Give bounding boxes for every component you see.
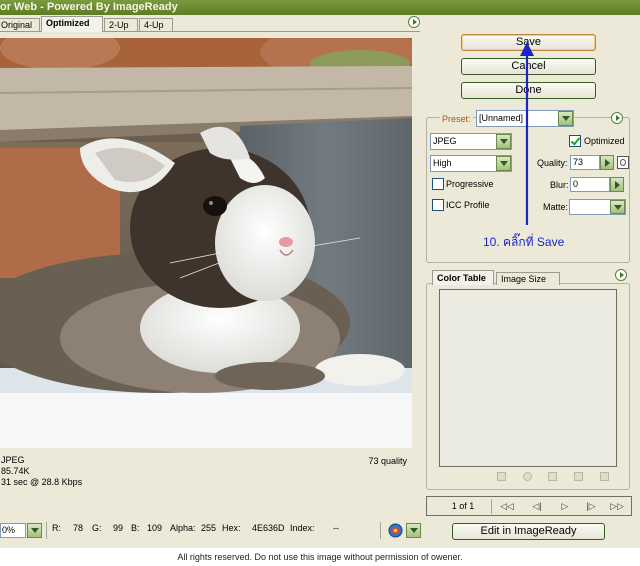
matte-select[interactable] — [569, 199, 626, 215]
zoom-dropdown-icon[interactable] — [27, 523, 42, 538]
last-frame-button[interactable]: ▷▷ — [607, 499, 627, 514]
annotation-text: 10. คลิ๊กที่ Save — [483, 235, 565, 249]
download-time: 31 sec @ 28.8 Kbps — [1, 477, 83, 487]
view-menu-arrow-icon[interactable] — [408, 16, 420, 28]
status-bar: 0% R: 78 G: 99 B: 109 Alpha: 255 Hex: 4E… — [0, 519, 425, 543]
trash-icon[interactable] — [600, 472, 609, 481]
web-shift-icon[interactable] — [523, 472, 532, 481]
separator — [491, 499, 492, 514]
alpha-label: Alpha: — [170, 523, 196, 533]
tab-label: 4-Up — [144, 20, 164, 30]
save-for-web-dialog: or Web - Powered By ImageReady Original … — [0, 0, 640, 548]
chevron-down-icon — [496, 134, 511, 149]
preset-label: Preset: — [440, 113, 473, 125]
copyright-footer: All rights reserved. Do not use this ima… — [177, 552, 463, 562]
hex-value: 4E636D — [252, 523, 285, 533]
tab-label: Original — [1, 20, 33, 30]
image-quality: 73 quality — [368, 456, 407, 466]
tab-4-up[interactable]: 4-Up — [139, 18, 173, 32]
view-tabs: Original Optimized 2-Up 4-Up — [0, 16, 420, 32]
tab-color-table[interactable]: Color Table — [432, 270, 494, 285]
image-format: JPEG — [1, 455, 25, 465]
tab-original[interactable]: Original — [0, 18, 40, 32]
chevron-down-icon — [610, 200, 625, 214]
format-select[interactable]: JPEG — [430, 133, 512, 150]
frame-counter: 1 of 1 — [451, 501, 475, 511]
optimized-label: Optimized — [584, 136, 625, 146]
blur-value: 0 — [573, 179, 579, 189]
settings-menu-arrow-icon[interactable] — [611, 112, 623, 124]
index-value: -- — [333, 523, 339, 533]
index-label: Index: — [290, 523, 315, 533]
tab-label: Optimized — [46, 18, 90, 28]
tab-2-up[interactable]: 2-Up — [104, 18, 138, 32]
blur-input[interactable]: 0 — [570, 177, 610, 192]
quality-slider-arrow-icon[interactable] — [600, 155, 614, 170]
g-label: G: — [92, 523, 102, 533]
next-frame-button[interactable]: |▷ — [581, 499, 601, 514]
icc-profile-checkbox[interactable] — [432, 199, 444, 211]
eyedropper-color-icon[interactable] — [497, 472, 506, 481]
separator — [46, 522, 47, 539]
separator — [380, 522, 381, 539]
b-label: B: — [131, 523, 140, 533]
quality-preset-value: High — [433, 158, 452, 168]
icc-profile-label: ICC Profile — [446, 200, 490, 210]
previous-frame-button[interactable]: ◁| — [527, 499, 547, 514]
format-value: JPEG — [433, 136, 457, 146]
quality-preset-select[interactable]: High — [430, 155, 512, 172]
color-table-swatches[interactable] — [439, 289, 617, 467]
hex-label: Hex: — [222, 523, 241, 533]
image-file-size: 85.74K — [1, 466, 30, 476]
animation-controls: 1 of 1 ◁◁ ◁| ▷ |▷ ▷▷ — [426, 496, 632, 516]
g-value: 99 — [113, 523, 124, 533]
image-info: JPEG 85.74K 31 sec @ 28.8 Kbps 73 qualit… — [0, 448, 412, 493]
chevron-down-icon — [496, 156, 511, 171]
progressive-label: Progressive — [446, 179, 494, 189]
rabbit-photo — [0, 38, 412, 448]
matte-label: Matte: — [543, 202, 569, 212]
window-title: or Web - Powered By ImageReady — [0, 0, 640, 15]
tab-optimized[interactable]: Optimized — [41, 16, 103, 32]
quality-label: Quality: — [537, 158, 568, 168]
first-frame-button[interactable]: ◁◁ — [497, 499, 517, 514]
play-button[interactable]: ▷ — [555, 499, 575, 514]
r-value: 78 — [73, 523, 84, 533]
edit-in-imageready-button[interactable]: Edit in ImageReady — [452, 523, 605, 540]
browser-preview-icon[interactable] — [388, 523, 403, 538]
tab-image-size[interactable]: Image Size — [496, 272, 560, 285]
chevron-down-icon — [558, 111, 573, 126]
image-preview[interactable] — [0, 38, 412, 448]
color-table-menu-arrow-icon[interactable] — [615, 269, 627, 281]
browser-preview-dropdown-icon[interactable] — [406, 523, 421, 538]
r-label: R: — [52, 523, 61, 533]
annotation-arrow-icon — [520, 42, 534, 225]
alpha-value: 255 — [201, 523, 217, 533]
new-color-icon[interactable] — [574, 472, 583, 481]
blur-slider-arrow-icon[interactable] — [610, 177, 624, 192]
blur-label: Blur: — [550, 180, 569, 190]
edit-in-imageready-label: Edit in ImageReady — [480, 525, 577, 537]
optimized-checkbox[interactable] — [569, 135, 581, 147]
tab-label: Color Table — [437, 273, 486, 283]
zoom-level[interactable]: 0% — [0, 523, 26, 538]
tab-label: Image Size — [501, 274, 547, 284]
tab-label: 2-Up — [109, 20, 129, 30]
zoom-value: 0% — [2, 525, 16, 535]
b-value: 109 — [147, 523, 163, 533]
quality-value: 73 — [573, 157, 584, 167]
quality-input[interactable]: 73 — [570, 155, 600, 170]
progressive-checkbox[interactable] — [432, 178, 444, 190]
lock-color-icon[interactable] — [548, 472, 557, 481]
quality-mask-icon[interactable] — [617, 156, 629, 169]
